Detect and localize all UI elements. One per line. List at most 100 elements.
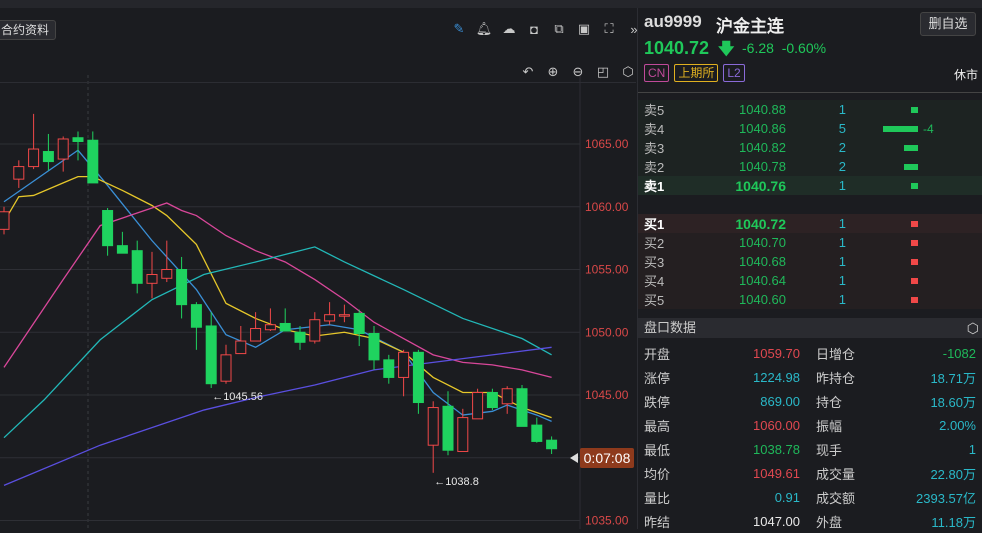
- y-tick-label: 1035.00: [585, 514, 629, 528]
- candle-body: [250, 327, 262, 342]
- copy-window-icon[interactable]: ⧉: [550, 20, 568, 38]
- y-tick-label: 1065.00: [585, 137, 629, 151]
- candle-body: [546, 439, 558, 450]
- volume-bar: [911, 240, 918, 246]
- level-volume: 1: [838, 102, 846, 117]
- stat-label: 成交额: [816, 490, 856, 506]
- y-tick-label: 1050.00: [585, 325, 629, 339]
- stats-header: 盘口数据 ⬡: [638, 318, 982, 338]
- candle-body: [398, 351, 410, 378]
- settings-hex-icon[interactable]: ⬡: [967, 318, 979, 338]
- volume-delta: -4: [923, 121, 934, 136]
- candle-body: [486, 391, 498, 409]
- stat-value: 1049.61: [753, 465, 800, 481]
- level-price: 1040.88: [739, 102, 786, 117]
- level-label: 买2: [644, 236, 665, 251]
- candle-body: [235, 340, 247, 355]
- stat-label: 日增仓: [816, 346, 856, 362]
- pencil-icon[interactable]: ✎: [450, 20, 468, 38]
- divider: [0, 82, 636, 83]
- volume-bar: [911, 297, 918, 303]
- stat-value: 1060.00: [753, 417, 800, 433]
- volume-bar: [904, 164, 918, 170]
- change-value: -6.28: [742, 40, 774, 56]
- bid-row[interactable]: 买2 1040.70 1: [638, 233, 982, 252]
- zoom-out-icon[interactable]: ⊖: [569, 63, 587, 81]
- bid-row[interactable]: 买4 1040.64 1: [638, 271, 982, 290]
- quote-panel: au9999 沪金主连 删自选 1040.72 🡇 -6.28 -0.60% C…: [637, 8, 982, 530]
- camera-icon[interactable]: ◘: [525, 20, 543, 38]
- candle-body: [309, 319, 321, 342]
- bid-row[interactable]: 买5 1040.60 1: [638, 290, 982, 309]
- level-label: 买5: [644, 293, 665, 308]
- stat-value: 869.00: [760, 393, 800, 409]
- stat-label: 持仓: [816, 394, 843, 410]
- candle-body: [472, 391, 484, 420]
- remove-watchlist-button[interactable]: 删自选: [920, 12, 976, 36]
- candle-body: [501, 388, 513, 405]
- instrument-name: 沪金主连: [716, 17, 784, 36]
- bid-row[interactable]: 买3 1040.68 1: [638, 252, 982, 271]
- stat-row: 开盘 1059.70 日增仓 -1082: [638, 341, 982, 365]
- window-top-strip: [0, 0, 982, 8]
- candle-body: [353, 312, 365, 335]
- level-price: 1040.60: [739, 292, 786, 307]
- level-volume: 1: [838, 216, 846, 231]
- level-volume: 2: [838, 159, 846, 174]
- candle-body: [324, 314, 336, 322]
- ask-row[interactable]: 卖5 1040.88 1: [638, 100, 982, 119]
- price-annotation: ←1038.8: [434, 476, 479, 488]
- market-status: 休市: [953, 68, 978, 82]
- level-label: 买3: [644, 255, 665, 270]
- layout-icon[interactable]: ◰: [594, 63, 612, 81]
- stat-value: 0.91: [774, 489, 800, 505]
- kline-chart-area[interactable]: 1065.001060.001055.001050.001045.001040.…: [0, 8, 638, 529]
- candle-body: [338, 314, 350, 317]
- fullscreen-icon[interactable]: ⛶: [600, 20, 618, 38]
- level-label: 卖1: [644, 179, 665, 194]
- stat-label: 量比: [644, 490, 671, 506]
- stat-row: 涨停 1224.98 昨持仓 18.71万: [638, 365, 982, 389]
- level-price: 1040.68: [739, 254, 786, 269]
- moving-average-line: [3, 175, 552, 419]
- bell-icon[interactable]: 🔔︎: [475, 20, 493, 38]
- cloud-icon[interactable]: ☁: [500, 20, 518, 38]
- moving-average-line: [3, 202, 552, 379]
- contract-info-button[interactable]: 合约资料: [0, 20, 57, 40]
- candle-body: [161, 269, 173, 279]
- stat-value: 11.18万: [931, 514, 976, 530]
- candle-body: [220, 354, 232, 382]
- stat-value: 1224.98: [753, 369, 800, 385]
- ask-row[interactable]: 卖2 1040.78 2: [638, 157, 982, 176]
- volume-bar: [911, 278, 918, 284]
- zoom-in-icon[interactable]: ⊕: [544, 63, 562, 81]
- monitor-chart-icon[interactable]: ▣: [575, 20, 593, 38]
- bid-row[interactable]: 买1 1040.72 1: [638, 214, 982, 233]
- candle-body: [0, 211, 10, 230]
- volume-bar: [911, 221, 918, 227]
- ask-row[interactable]: 卖1 1040.76 1: [638, 176, 982, 195]
- candle-body: [28, 148, 40, 168]
- stat-label: 现手: [816, 442, 843, 458]
- settings-hex-icon[interactable]: ⬡: [619, 63, 637, 81]
- stat-label: 涨停: [644, 370, 671, 386]
- moving-average-line: [3, 346, 552, 486]
- level-label: 卖2: [644, 160, 665, 175]
- candle-body: [87, 139, 99, 184]
- moving-average-line: [3, 149, 552, 422]
- candle-body: [57, 138, 69, 160]
- undo-icon[interactable]: ↶: [519, 63, 537, 81]
- kline-chart[interactable]: 1065.001060.001055.001050.001045.001040.…: [0, 8, 636, 529]
- candle-body: [531, 424, 543, 442]
- level-label: 买4: [644, 274, 665, 289]
- candle-body: [427, 407, 439, 446]
- candle-body: [116, 245, 128, 254]
- change-percent: -0.60%: [781, 40, 827, 56]
- bar-countdown: 0:07:08: [580, 448, 634, 468]
- ask-row[interactable]: 卖4 1040.86 5 -4: [638, 119, 982, 138]
- chart-zoom-toolbar: ↶ ⊕ ⊖ ◰ ⬡: [519, 63, 637, 81]
- stat-value: 1059.70: [753, 345, 800, 361]
- bid-book: 买1 1040.72 1 买2 1040.70 1 买3 1040.68 1 买4 1040.64 1…: [638, 214, 982, 309]
- ask-row[interactable]: 卖3 1040.82 2: [638, 138, 982, 157]
- stat-value: 2.00%: [939, 417, 976, 433]
